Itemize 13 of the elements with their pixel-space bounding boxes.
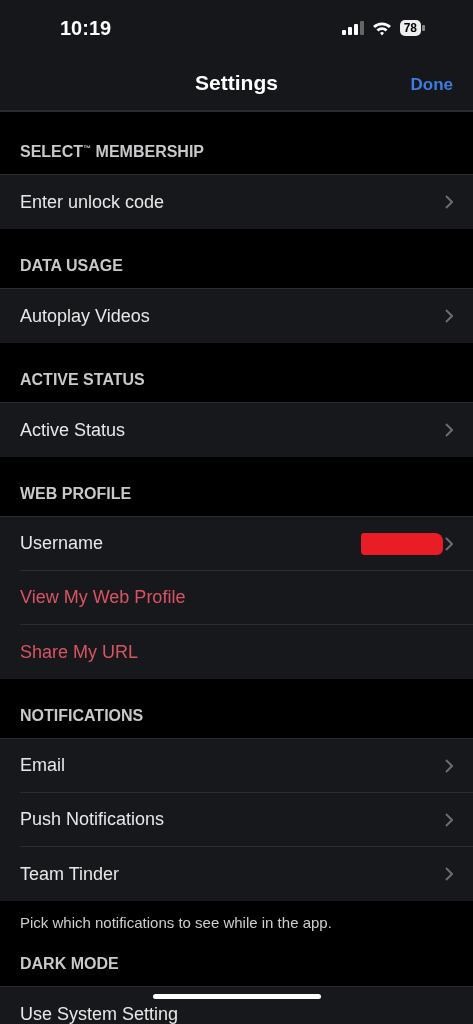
done-button[interactable]: Done [408,73,455,97]
wifi-icon [371,20,392,36]
chevron-icon [445,758,453,773]
chevron-icon [445,867,453,881]
signal-icon [341,21,364,35]
chevron-icon [445,423,453,437]
chevron-icon [445,812,453,827]
screen-title: Settings [195,71,278,94]
clock-time: 10:19 [60,16,113,40]
chevron-icon [445,536,453,551]
chevron-icon [445,309,453,323]
section-note: Pick which notifications to see while in the app. [19,913,333,933]
chevron-icon [445,195,453,209]
